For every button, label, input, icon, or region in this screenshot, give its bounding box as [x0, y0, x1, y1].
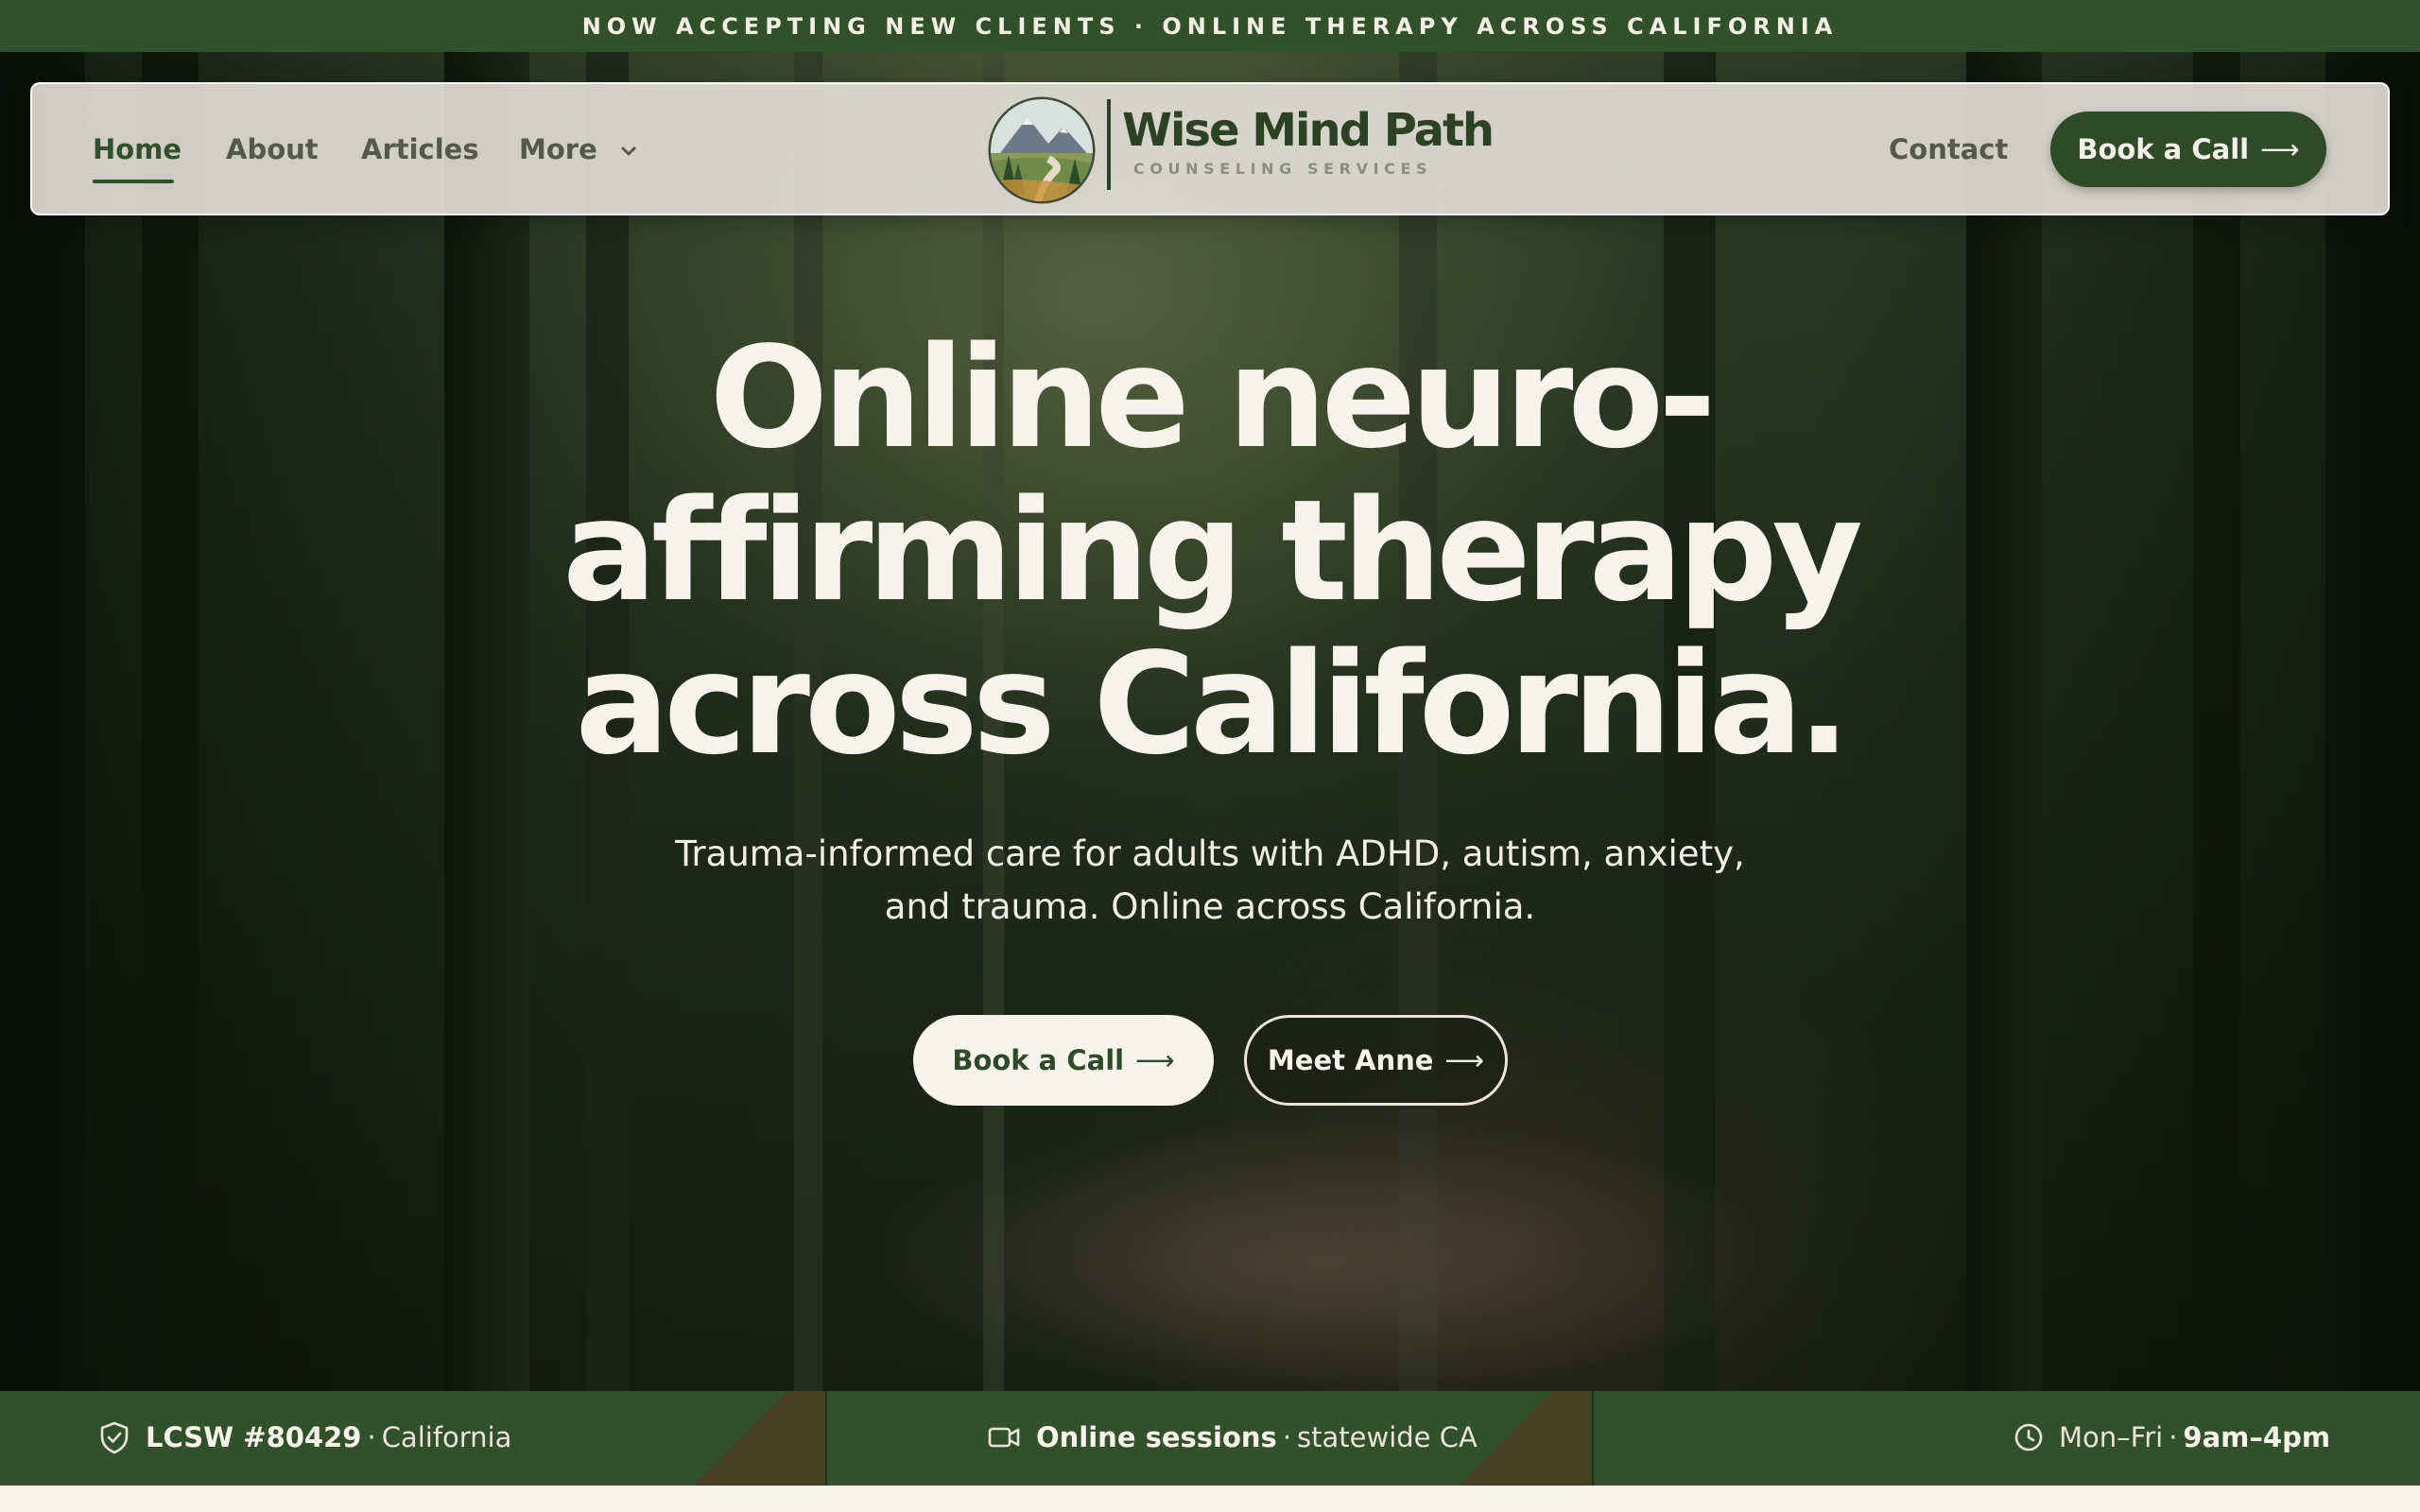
shield-check-icon [100, 1421, 129, 1454]
decorative-wedge [655, 1391, 825, 1486]
hours-time: 9am–4pm [2183, 1421, 2331, 1453]
chevron-down-icon [621, 146, 636, 156]
nav-active-indicator [93, 180, 174, 183]
info-strip-divider [1592, 1391, 1594, 1486]
logo-divider [1107, 99, 1111, 190]
sessions-info: Online sessions · statewide CA [987, 1415, 1478, 1460]
hero-subheading-line: Trauma-informed care for adults with ADH… [675, 833, 1745, 874]
license-state: California [381, 1421, 512, 1453]
hours-days: Mon–Fri [2059, 1421, 2164, 1453]
hero-subheading-line: and trauma. Online across California. [884, 886, 1536, 927]
meet-anne-button[interactable]: Meet Anne ⟶ [1244, 1015, 1508, 1106]
video-camera-icon [988, 1427, 1020, 1448]
book-call-nav-label: Book a Call [2077, 133, 2250, 165]
separator-dot: · [2169, 1421, 2178, 1453]
license-info: LCSW #80429 · California [98, 1415, 511, 1460]
book-call-hero-button[interactable]: Book a Call ⟶ [913, 1015, 1214, 1106]
arrow-right-icon: ⟶ [1135, 1044, 1175, 1076]
announcement-text: NOW ACCEPTING NEW CLIENTS · ONLINE THERA… [581, 12, 1839, 40]
logo-name[interactable]: Wise Mind Path [1122, 104, 1495, 157]
mountain-landscape-icon [988, 96, 1096, 204]
nav-item-home[interactable]: Home [93, 130, 182, 168]
clock-icon [2014, 1423, 2043, 1452]
hero-headline-line: affirming therapy [562, 470, 1863, 632]
sessions-area: statewide CA [1297, 1421, 1478, 1453]
info-strip-divider [825, 1391, 827, 1486]
nav-item-about[interactable]: About [226, 130, 319, 168]
license-number: LCSW #80429 [146, 1421, 362, 1453]
book-call-nav-button[interactable]: Book a Call ⟶ [2050, 112, 2326, 187]
nav-item-more[interactable]: More [519, 130, 637, 168]
sessions-label: Online sessions [1036, 1421, 1277, 1453]
nav-item-articles[interactable]: Articles [361, 130, 479, 168]
separator-dot: · [367, 1421, 376, 1453]
book-call-hero-label: Book a Call [952, 1044, 1125, 1076]
arrow-right-icon: ⟶ [2260, 133, 2300, 165]
arrow-right-icon: ⟶ [1444, 1044, 1485, 1076]
meet-anne-label: Meet Anne [1267, 1044, 1434, 1076]
hero-headline-line: Online neuro- [709, 317, 1716, 479]
nav-more-label: More [519, 133, 597, 165]
nav-item-contact[interactable]: Contact [1889, 130, 2008, 168]
page-section-start [0, 1486, 2420, 1512]
announcement-bar: NOW ACCEPTING NEW CLIENTS · ONLINE THERA… [0, 0, 2420, 52]
hero-headline: Online neuro- affirming therapy across C… [359, 321, 2061, 781]
separator-dot: · [1282, 1421, 1292, 1453]
hero-subheading: Trauma-informed care for adults with ADH… [643, 828, 1777, 934]
logo-subtitle: COUNSELING SERVICES [1133, 160, 1433, 178]
hours-info: Mon–Fri · 9am–4pm [2014, 1415, 2330, 1460]
hero-headline-line: across California. [575, 623, 1850, 785]
